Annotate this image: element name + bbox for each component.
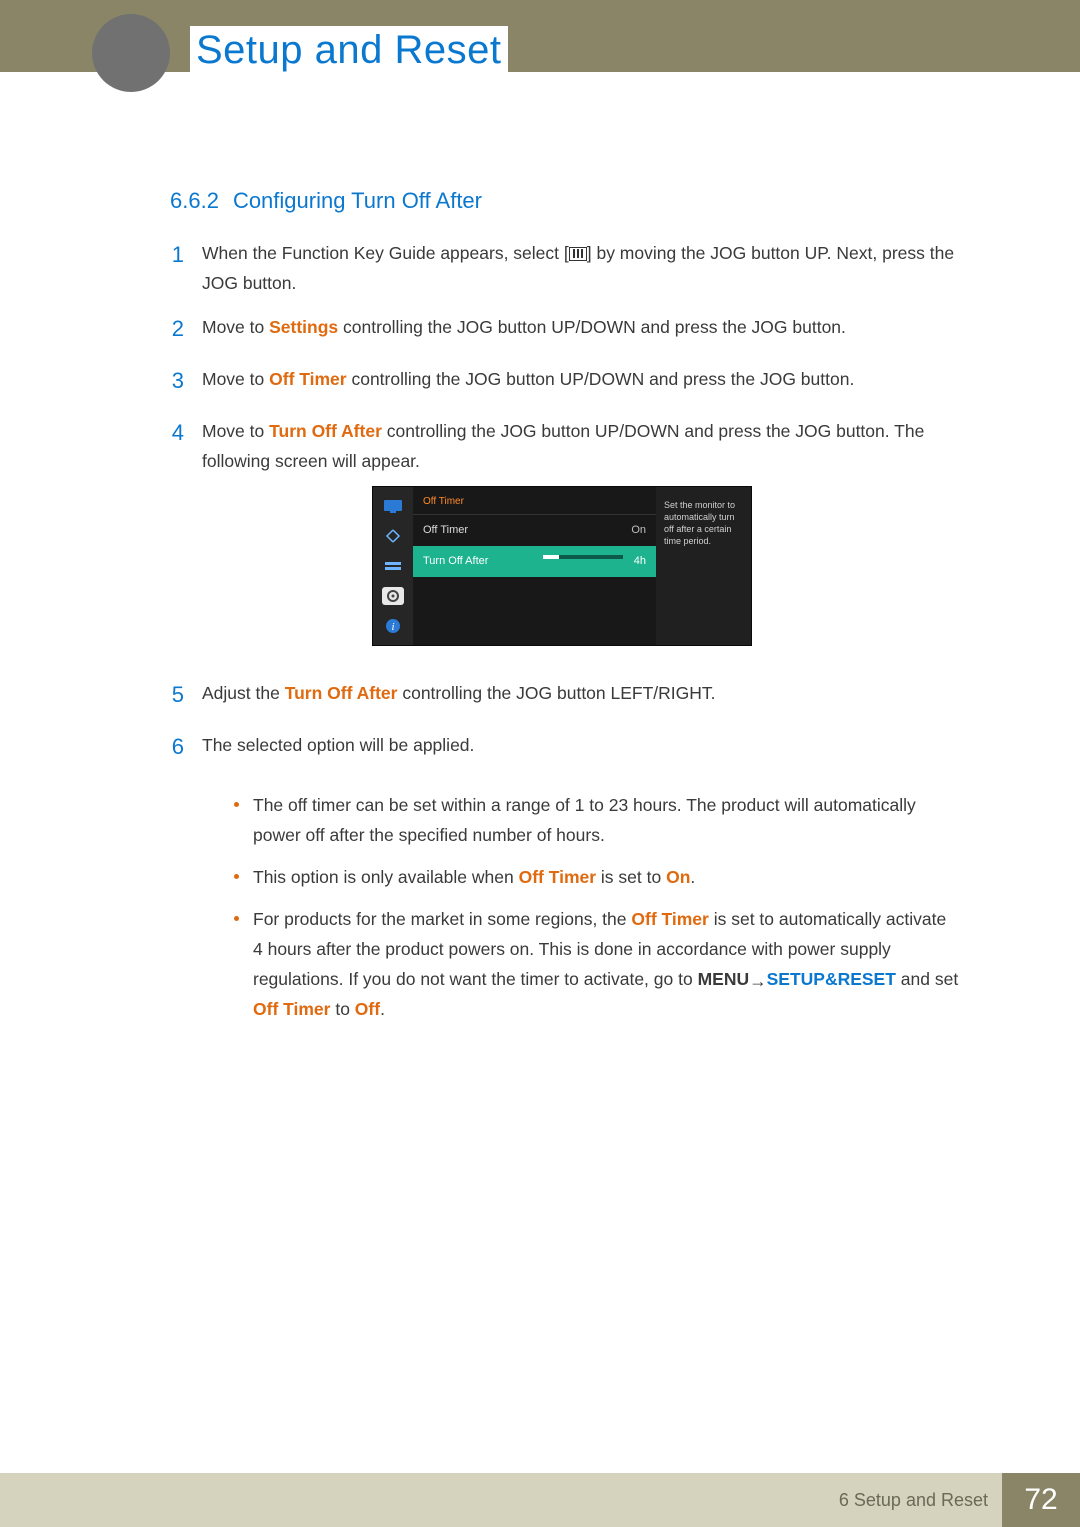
step-num: 5 (170, 676, 184, 714)
osd-sidebar: i (373, 487, 413, 645)
osd-row-offtimer: Off Timer On (413, 515, 656, 546)
menu-icon (569, 247, 587, 261)
osd-row-label: Off Timer (423, 521, 468, 540)
step-num: 3 (170, 362, 184, 400)
text: controlling the JOG button UP/DOWN and p… (347, 369, 855, 389)
step-6: 6 The selected option will be applied. (170, 730, 960, 768)
osd-description: Set the monitor to automatically turn of… (656, 487, 751, 645)
step-2: 2 Move to Settings controlling the JOG b… (170, 312, 960, 350)
step-5: 5 Adjust the Turn Off After controlling … (170, 678, 960, 716)
text: is set to (596, 867, 666, 887)
note-text: This option is only available when Off T… (253, 862, 960, 892)
keyword-turnoffafter: Turn Off After (269, 421, 382, 441)
step-num: 1 (170, 236, 184, 296)
note-2: This option is only available when Off T… (234, 862, 960, 892)
text: Move to (202, 421, 269, 441)
note-text: For products for the market in some regi… (253, 904, 960, 1024)
osd-row-value: On (631, 521, 646, 540)
osd-breadcrumb: Off Timer (413, 487, 656, 515)
note-text: The off timer can be set within a range … (253, 790, 960, 850)
step-num: 2 (170, 310, 184, 348)
footer-chapter: 6 Setup and Reset (839, 1473, 988, 1527)
text: Move to (202, 317, 269, 337)
bullet-icon (234, 802, 239, 807)
keyword-offtimer: Off Timer (253, 999, 330, 1019)
osd-slider (543, 555, 623, 559)
keyword-menu: MENU (698, 969, 750, 989)
text: controlling the JOG button UP/DOWN and p… (338, 317, 846, 337)
keyword-offtimer: Off Timer (519, 867, 596, 887)
keyword-offtimer: Off Timer (269, 369, 346, 389)
notes-list: The off timer can be set within a range … (234, 790, 960, 1025)
keyword-on: On (666, 867, 690, 887)
steps-list: 1 When the Function Key Guide appears, s… (170, 238, 960, 768)
footer-page-number: 72 (1002, 1473, 1080, 1527)
text: Move to (202, 369, 269, 389)
osd-slider-fill (543, 555, 559, 559)
bullet-icon (234, 916, 239, 921)
text: . (690, 867, 695, 887)
text: This option is only available when (253, 867, 519, 887)
svg-text:i: i (391, 621, 394, 633)
text: to (330, 999, 354, 1019)
content: 6.6.2 Configuring Turn Off After 1 When t… (170, 188, 960, 1036)
bullet-icon (234, 874, 239, 879)
keyword-turnoffafter: Turn Off After (285, 683, 398, 703)
section-heading: 6.6.2 Configuring Turn Off After (170, 188, 960, 214)
step-text: Move to Settings controlling the JOG but… (202, 312, 960, 350)
page-title: Setup and Reset (190, 26, 508, 77)
step-text: When the Function Key Guide appears, sel… (202, 238, 960, 298)
keyword-settings: Settings (269, 317, 338, 337)
step-3: 3 Move to Off Timer controlling the JOG … (170, 364, 960, 402)
step-text: Move to Turn Off After controlling the J… (202, 416, 960, 664)
step-num: 6 (170, 728, 184, 766)
text: and set (896, 969, 958, 989)
header-mask (0, 72, 1080, 132)
text: . (380, 999, 385, 1019)
section-title: Configuring Turn Off After (233, 188, 482, 213)
keyword-offtimer: Off Timer (631, 909, 708, 929)
chapter-badge (92, 14, 170, 92)
text: For products for the market in some regi… (253, 909, 631, 929)
keyword-off: Off (355, 999, 380, 1019)
text: Adjust the (202, 683, 285, 703)
step-4: 4 Move to Turn Off After controlling the… (170, 416, 960, 664)
settings-icon (382, 587, 404, 605)
step-text: Move to Off Timer controlling the JOG bu… (202, 364, 960, 402)
arrow-icon: → (749, 966, 767, 996)
osd-screenshot: i Off Timer Off Timer On Turn Off After (372, 486, 752, 646)
note-3: For products for the market in some regi… (234, 904, 960, 1024)
osd-row-turnoffafter: Turn Off After 4h (413, 546, 656, 577)
osd-row-label: Turn Off After (423, 552, 488, 571)
display-icon (382, 557, 404, 575)
osd-main: Off Timer Off Timer On Turn Off After 4h (413, 487, 656, 645)
note-1: The off timer can be set within a range … (234, 790, 960, 850)
step-text: The selected option will be applied. (202, 730, 960, 768)
section-number: 6.6.2 (170, 188, 219, 213)
picture-icon (382, 497, 404, 515)
text: When the Function Key Guide appears, sel… (202, 243, 569, 263)
osd-row-value: 4h (634, 552, 646, 571)
step-1: 1 When the Function Key Guide appears, s… (170, 238, 960, 298)
pip-icon (382, 527, 404, 545)
step-num: 4 (170, 414, 184, 662)
info-icon: i (382, 617, 404, 635)
step-text: Adjust the Turn Off After controlling th… (202, 678, 960, 716)
text: controlling the JOG button LEFT/RIGHT. (397, 683, 715, 703)
keyword-setupreset: SETUP&RESET (767, 969, 896, 989)
